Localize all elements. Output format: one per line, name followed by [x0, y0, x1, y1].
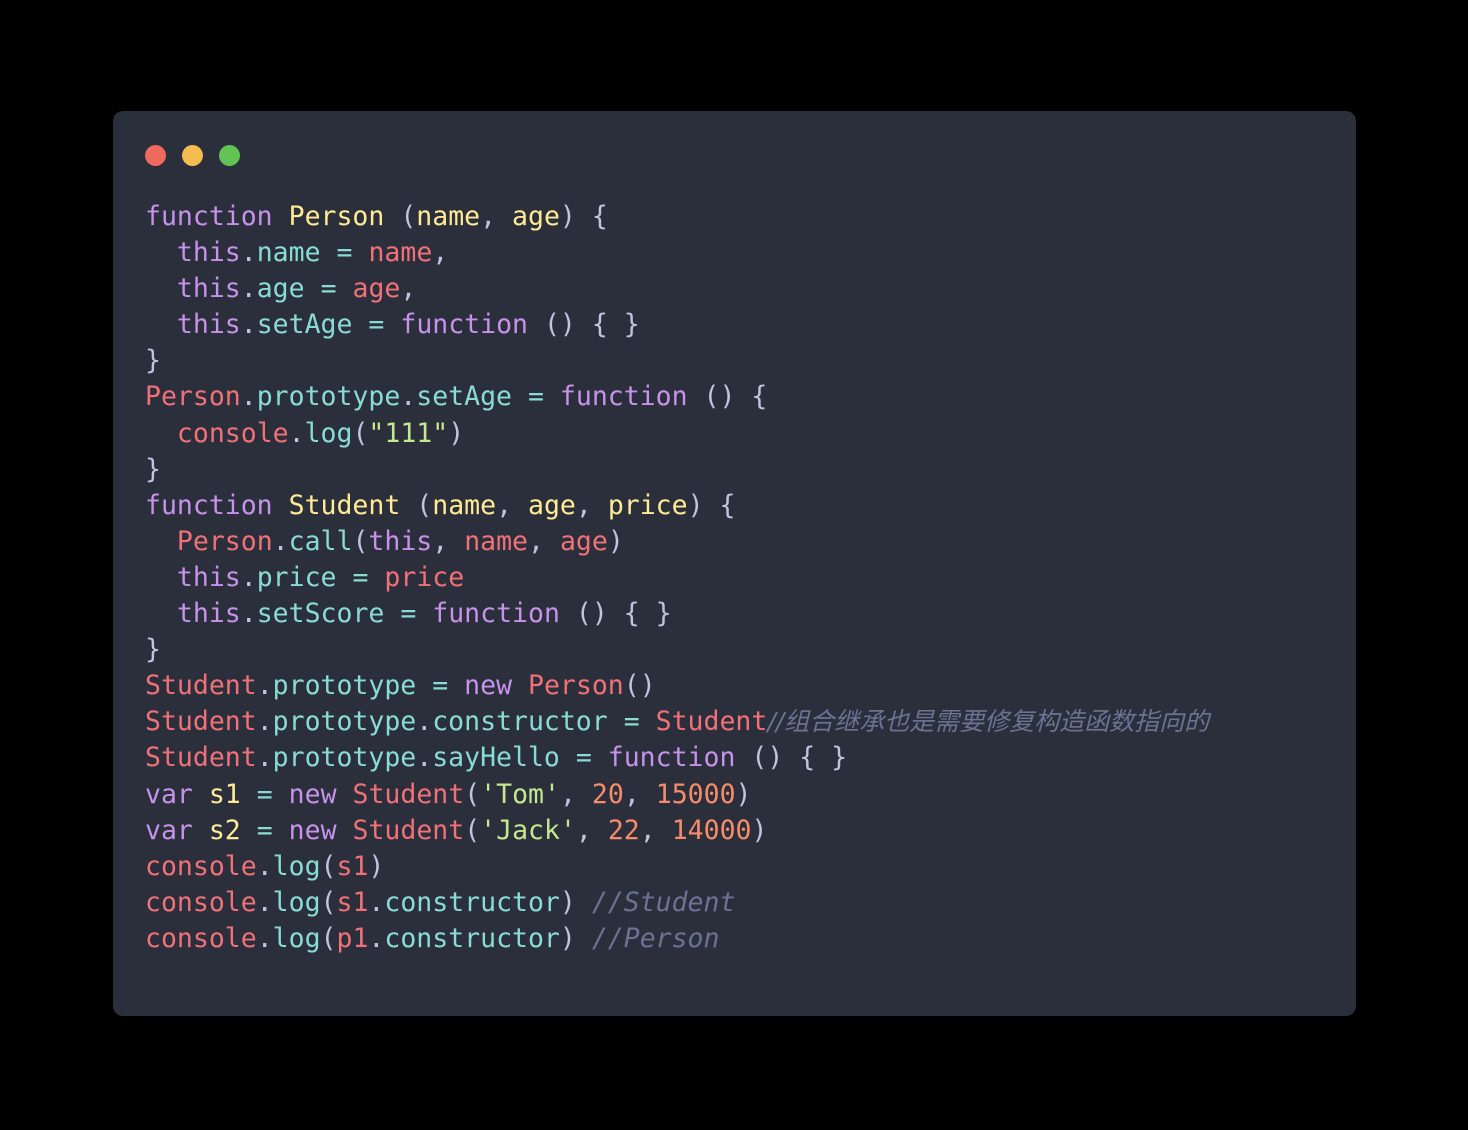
code-block[interactable]: function Person (name, age) { this.name … — [113, 199, 1356, 957]
code-line: console.log(s1) — [145, 850, 385, 882]
code-line: function Student (name, age, price) { — [145, 489, 736, 521]
code-line: Student.prototype.sayHello = function ()… — [145, 742, 848, 774]
code-line: console.log(s1.constructor) //Student — [145, 886, 736, 918]
code-window: function Person (name, age) { this.name … — [113, 111, 1356, 1016]
code-line: this.setScore = function () { } — [176, 598, 672, 630]
code-line: var s1 = new Student('Tom', 20, 15000) — [145, 778, 752, 810]
code-line: } — [145, 453, 161, 485]
minimize-button-icon[interactable] — [182, 144, 203, 166]
code-line: console.log("111") — [176, 417, 465, 449]
code-line: this.setAge = function () { } — [176, 309, 640, 341]
code-line: this.age = age, — [176, 273, 417, 305]
code-line: } — [145, 345, 161, 377]
code-line: function Person (name, age) { — [145, 201, 608, 232]
inline-comment: //Person — [591, 922, 720, 954]
code-line: } — [145, 634, 161, 666]
code-line: Student.prototype = new Person() — [145, 670, 656, 702]
code-line: console.log(p1.constructor) //Person — [145, 922, 720, 954]
window-titlebar — [113, 111, 1356, 199]
inline-comment: //Student — [591, 886, 736, 918]
maximize-button-icon[interactable] — [219, 144, 240, 166]
code-line: Person.call(this, name, age) — [176, 525, 624, 557]
code-line: this.price = price — [176, 561, 465, 593]
code-line: Student.prototype.constructor = Student/… — [145, 706, 1210, 738]
code-line: Person.prototype.setAge = function () { — [145, 381, 768, 413]
code-line: var s2 = new Student('Jack', 22, 14000) — [145, 814, 768, 846]
close-button-icon[interactable] — [145, 144, 166, 166]
code-line: this.name = name, — [176, 237, 449, 269]
inline-comment: //组合继承也是需要修复构造函数指向的 — [767, 707, 1210, 737]
